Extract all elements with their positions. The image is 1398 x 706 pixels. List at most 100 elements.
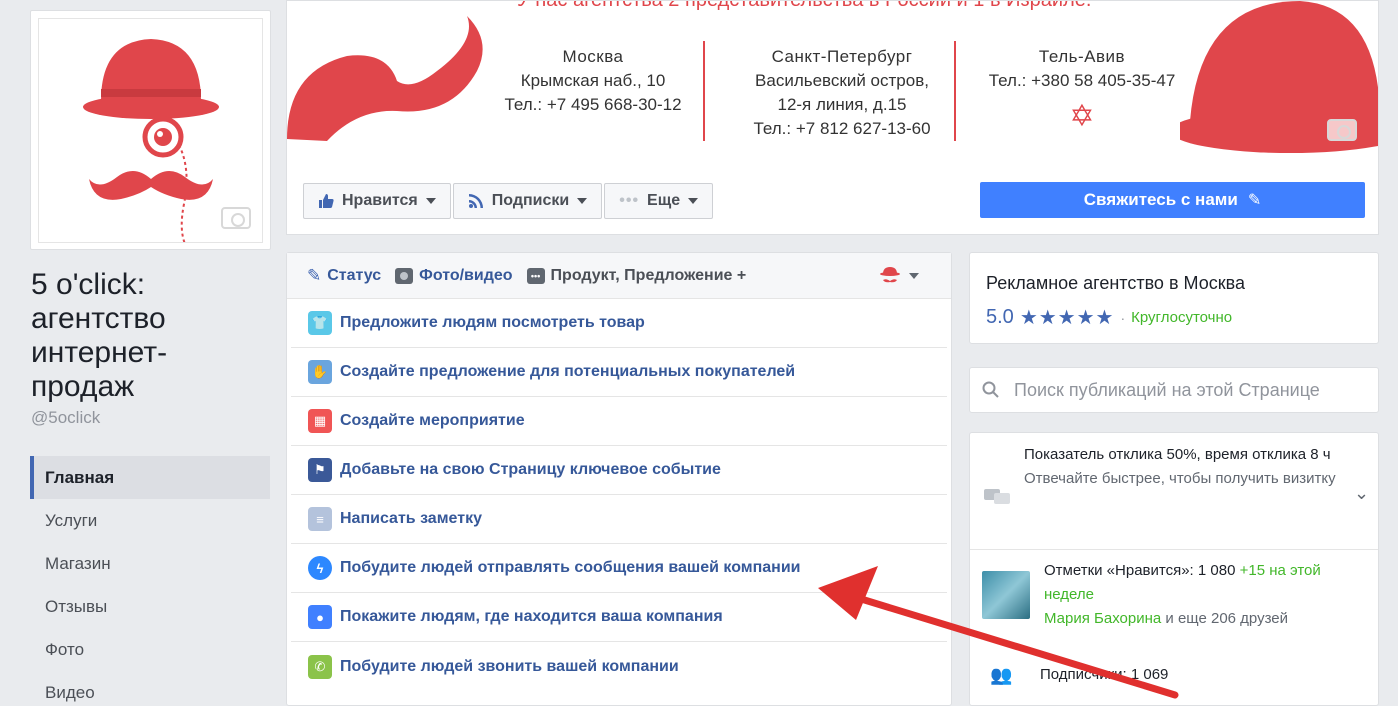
like-button[interactable]: Нравится [303, 183, 451, 219]
star-of-david-icon: ✡ [1069, 100, 1095, 133]
composer-option-call[interactable]: ✆ Побудите людей звонить вашей компании [291, 642, 947, 691]
more-button-label: Еще [647, 192, 681, 209]
likes-text-block: Отметки «Нравится»: 1 080 +15 на этой не… [1044, 559, 1364, 631]
profile-picture[interactable] [30, 10, 271, 250]
pencil-icon: ✎ [307, 265, 322, 285]
office-address-2: 12-я линия, д.15 [777, 95, 907, 114]
tab-status-label: Статус [327, 266, 382, 284]
likes-row[interactable]: Отметки «Нравится»: 1 080 +15 на этой не… [970, 559, 1378, 649]
composer-option-label: Побудите людей звонить вашей компании [340, 657, 679, 675]
composer-option-label: Покажите людям, где находится ваша компа… [340, 608, 723, 625]
office-divider [703, 41, 705, 141]
business-category[interactable]: Рекламное агентство в Москва [986, 273, 1245, 294]
calendar-icon: ▦ [308, 409, 332, 433]
page-avatar-icon [880, 267, 900, 283]
business-info-card: Рекламное агентство в Москва 5.0 ★★★★★ ·… [969, 252, 1379, 344]
left-navigation: Главная Услуги Магазин Отзывы Фото Видео [30, 456, 270, 706]
contact-us-label: Свяжитесь с нами [1083, 190, 1238, 209]
more-dots-icon: ••• [619, 192, 640, 209]
separator: · [1120, 309, 1126, 326]
chevron-down-icon [425, 198, 436, 204]
rss-icon [468, 194, 483, 208]
rating-row: 5.0 ★★★★★ · Круглосуточно [986, 305, 1232, 330]
camera-icon[interactable] [221, 207, 251, 229]
chevron-down-icon[interactable]: ⌄ [1354, 483, 1369, 504]
page-handle[interactable]: @5oclick [31, 408, 100, 428]
rating-stars-icon: ★★★★★ [1019, 307, 1115, 329]
response-rate-row[interactable]: Показатель отклика 50%, время отклика 8 … [970, 441, 1378, 549]
office-spb: Санкт-Петербург Васильевский остров, 12-… [717, 45, 967, 141]
composer-option-event[interactable]: ▦ Создайте мероприятие [291, 397, 947, 446]
rating-value[interactable]: 5.0 [986, 306, 1014, 329]
nav-item-shop[interactable]: Магазин [30, 542, 270, 585]
likes-count: Отметки «Нравится»: 1 080 [1044, 562, 1236, 579]
nav-item-home[interactable]: Главная [30, 456, 270, 499]
thumbs-up-icon [319, 194, 334, 208]
composer-option-product[interactable]: 👕 Предложите людям посмотреть товар [291, 299, 947, 348]
composer-option-messages[interactable]: ϟ Побудите людей отправлять сообщения ва… [291, 544, 947, 593]
cover-photo[interactable]: У нас агентства 2 представительства в Ро… [287, 1, 1378, 166]
nav-item-services[interactable]: Услуги [30, 499, 270, 542]
composer-option-label: Побудите людей отправлять сообщения ваше… [340, 559, 801, 576]
messenger-icon: ϟ [308, 556, 332, 580]
composer-option-label: Создайте мероприятие [340, 412, 525, 429]
office-city: Тель-Авив [1038, 47, 1126, 66]
more-button[interactable]: ••• Еще [604, 183, 714, 219]
cover-camera-icon[interactable] [1327, 119, 1357, 141]
message-bubbles-icon [984, 487, 1010, 505]
likes-line: Отметки «Нравится»: 1 080 +15 на этой не… [1044, 559, 1364, 607]
office-address: Крымская наб., 10 [520, 71, 666, 90]
friend-avatar[interactable] [982, 571, 1030, 619]
offer-icon: ✋ [308, 360, 332, 384]
location-icon: ● [308, 605, 332, 629]
post-composer: ✎ Статус Фото/видео ••• Продукт, Предлож… [286, 252, 952, 706]
tab-photo-video-label: Фото/видео [419, 266, 513, 284]
chevron-down-icon [688, 198, 699, 204]
composer-option-location[interactable]: ● Покажите людям, где находится ваша ком… [291, 593, 947, 642]
contact-us-button[interactable]: Свяжитесь с нами ✎ [980, 182, 1365, 218]
composer-option-milestone[interactable]: ⚑ Добавьте на свою Страницу ключевое соб… [291, 446, 947, 495]
post-as-selector[interactable] [879, 267, 919, 285]
camera-icon [395, 267, 414, 284]
follow-button-label: Подписки [491, 192, 570, 209]
more-dots-icon: ••• [526, 267, 545, 284]
hours-status: Круглосуточно [1131, 309, 1233, 326]
composer-option-label: Создайте предложение для потенциальных п… [340, 363, 796, 380]
note-icon: ≡ [308, 507, 332, 531]
followers-row[interactable]: 👥 Подписчики: 1 069 [970, 661, 1378, 701]
nav-item-reviews[interactable]: Отзывы [30, 585, 270, 628]
composer-options-list: 👕 Предложите людям посмотреть товар ✋ Со… [287, 299, 951, 691]
office-city: Санкт-Петербург [771, 47, 913, 66]
office-tel-aviv: Тель-Авив Тел.: +380 58 405-35-47 ✡ [977, 45, 1187, 137]
office-phone: Тел.: +7 495 668-30-12 [504, 95, 682, 114]
tab-status[interactable]: ✎ Статус [307, 266, 381, 286]
office-phone: Тел.: +7 812 627-13-60 [753, 119, 931, 138]
response-rate-text: Показатель отклика 50%, время отклика 8 … [1024, 446, 1331, 463]
people-icon: 👥 [990, 665, 1013, 685]
composer-option-label: Написать заметку [340, 510, 482, 527]
page-search[interactable]: Поиск публикаций на этой Странице [969, 367, 1379, 413]
follow-button[interactable]: Подписки [452, 183, 603, 219]
tab-photo-video[interactable]: Фото/видео [395, 266, 513, 285]
tab-product-offer[interactable]: ••• Продукт, Предложение + [526, 267, 746, 285]
phone-icon: ✆ [308, 654, 332, 679]
composer-option-offer[interactable]: ✋ Создайте предложение для потенциальных… [291, 348, 947, 397]
page-title: 5 o'click: агентство интернет-продаж [31, 268, 168, 403]
composer-option-label: Добавьте на свою Страницу ключевое событ… [340, 461, 721, 478]
shirt-icon: 👕 [308, 311, 332, 335]
chevron-down-icon [577, 198, 588, 204]
composer-tabs: ✎ Статус Фото/видео ••• Продукт, Предлож… [287, 253, 951, 299]
flag-icon: ⚑ [308, 458, 332, 482]
mustache-decoration-icon [287, 16, 483, 141]
nav-item-videos[interactable]: Видео [30, 671, 270, 706]
response-hint-text: Отвечайте быстрее, чтобы получить визитк… [1024, 470, 1336, 487]
nav-item-photos[interactable]: Фото [30, 628, 270, 671]
friends-line: Мария Бахорина и еще 206 друзей [1044, 607, 1364, 631]
friend-name-link[interactable]: Мария Бахорина [1044, 610, 1161, 627]
divider [970, 549, 1378, 550]
friends-more: и еще 206 друзей [1165, 610, 1289, 627]
search-input[interactable]: Поиск публикаций на этой Странице [1014, 380, 1320, 401]
composer-option-note[interactable]: ≡ Написать заметку [291, 495, 947, 544]
search-icon [982, 381, 999, 398]
pencil-icon: ✎ [1247, 192, 1262, 209]
